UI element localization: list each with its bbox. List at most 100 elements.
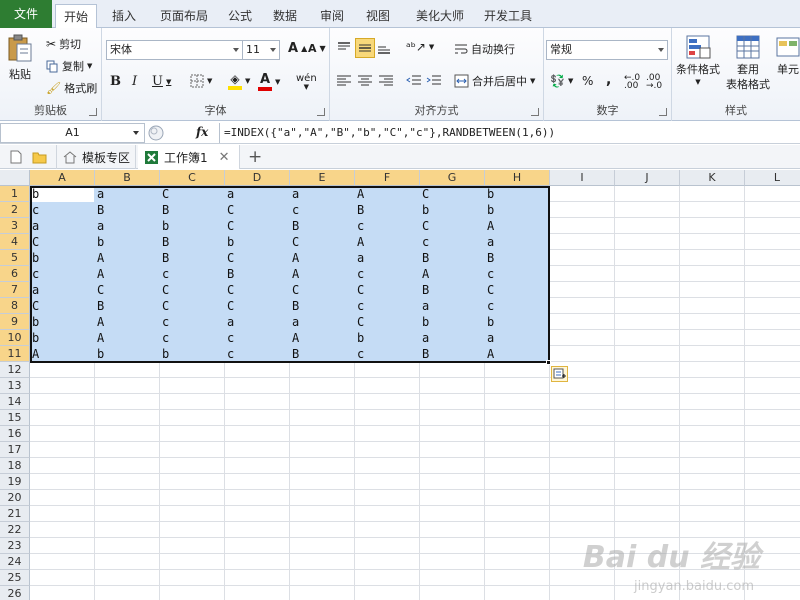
table-cell[interactable]: b [160,346,224,362]
table-cell[interactable]: C [225,298,289,314]
formula-input[interactable]: =INDEX({"a","A","B","b","C","c"},RANDBET… [219,123,800,143]
paste-button[interactable]: 粘贴 [6,34,34,82]
new-document-button[interactable] [4,145,22,169]
table-cell[interactable]: C [290,234,354,250]
table-cell[interactable]: B [225,266,289,282]
grow-font-button[interactable]: A ▲ [288,41,307,56]
comma-style-button[interactable]: , [606,72,611,88]
table-cell[interactable]: C [225,218,289,234]
decrease-indent-button[interactable] [406,74,422,88]
column-header[interactable]: C [160,170,225,186]
table-cell[interactable]: c [290,202,354,218]
row-header[interactable]: 12 [0,362,30,378]
table-cell[interactable]: b [485,186,549,202]
row-header[interactable]: 23 [0,538,30,554]
table-cell[interactable]: b [485,314,549,330]
row-header[interactable]: 7 [0,282,30,298]
table-cell[interactable]: c [30,202,94,218]
fill-handle[interactable] [546,360,551,365]
table-cell[interactable]: a [225,186,289,202]
row-header[interactable]: 17 [0,442,30,458]
row-header[interactable]: 8 [0,298,30,314]
row-header[interactable]: 25 [0,570,30,586]
table-cell[interactable]: c [355,266,419,282]
table-cell[interactable]: c [160,314,224,330]
table-cell[interactable]: A [95,266,159,282]
column-header[interactable]: F [355,170,420,186]
table-cell[interactable]: c [355,346,419,362]
merge-center-button[interactable]: 合并后居中 ▼ [454,73,535,89]
font-size-select[interactable]: 11 [242,40,280,60]
row-header[interactable]: 4 [0,234,30,250]
format-painter-button[interactable]: 🖌 格式刷 [46,80,97,96]
table-cell[interactable]: A [290,330,354,346]
cut-button[interactable]: ✂ 剪切 [46,36,81,52]
column-header[interactable]: H [485,170,550,186]
fill-color-button[interactable]: ◈ ▼ [228,72,250,90]
bold-button[interactable]: B [110,74,121,89]
table-cell[interactable]: C [485,282,549,298]
table-cell[interactable]: B [95,202,159,218]
table-cell[interactable]: C [420,218,484,234]
table-cell[interactable]: A [95,250,159,266]
table-cell[interactable]: b [30,250,94,266]
format-as-table-button[interactable]: 套用 表格格式 [726,34,770,92]
tab-data[interactable]: 数据 [265,4,305,28]
table-cell[interactable]: b [30,330,94,346]
table-cell[interactable]: c [225,330,289,346]
table-cell[interactable]: c [355,298,419,314]
table-cell[interactable]: B [420,282,484,298]
tab-page-layout[interactable]: 页面布局 [152,4,216,28]
table-cell[interactable]: b [225,234,289,250]
table-cell[interactable]: a [30,282,94,298]
align-middle-button[interactable] [355,38,375,58]
column-header[interactable]: E [290,170,355,186]
number-launcher-icon[interactable] [659,108,667,116]
cell-styles-button[interactable]: 单元 [776,34,800,77]
row-header[interactable]: 1 [0,186,30,202]
table-cell[interactable]: A [95,330,159,346]
align-right-button[interactable] [378,74,394,88]
tab-home[interactable]: 开始 [55,4,97,29]
table-cell[interactable]: C [225,250,289,266]
copy-button[interactable]: 复制 ▼ [46,58,92,74]
table-cell[interactable]: C [355,314,419,330]
table-cell[interactable]: c [420,234,484,250]
underline-button[interactable]: U ▼ [152,74,171,89]
insert-function-icon[interactable]: fx [196,125,208,139]
column-header[interactable]: A [30,170,95,186]
table-cell[interactable]: C [30,234,94,250]
table-cell[interactable]: B [420,346,484,362]
table-cell[interactable]: A [30,346,94,362]
table-cell[interactable]: B [290,298,354,314]
align-top-button[interactable] [336,40,352,56]
new-tab-button[interactable]: + [242,145,262,169]
column-header[interactable]: D [225,170,290,186]
table-cell[interactable]: c [225,346,289,362]
row-header[interactable]: 15 [0,410,30,426]
table-cell[interactable]: A [485,346,549,362]
alignment-launcher-icon[interactable] [531,108,539,116]
table-cell[interactable]: b [30,314,94,330]
column-header[interactable]: K [680,170,745,186]
shrink-font-button[interactable]: A ▼ [308,42,326,55]
table-cell[interactable]: a [225,314,289,330]
orientation-button[interactable]: ᵃᵇ↗ ▼ [406,40,434,54]
number-format-select[interactable]: 常规 [546,40,668,60]
table-cell[interactable]: B [160,202,224,218]
row-header[interactable]: 10 [0,330,30,346]
align-bottom-button[interactable] [376,40,392,56]
column-header[interactable]: L [745,170,800,186]
percent-style-button[interactable]: % [582,74,593,88]
table-cell[interactable]: A [290,250,354,266]
tab-insert[interactable]: 插入 [104,4,144,28]
row-header[interactable]: 21 [0,506,30,522]
table-cell[interactable]: c [160,330,224,346]
table-cell[interactable]: b [355,330,419,346]
table-cell[interactable]: a [420,330,484,346]
table-cell[interactable]: A [420,266,484,282]
row-header[interactable]: 9 [0,314,30,330]
row-header[interactable]: 18 [0,458,30,474]
table-cell[interactable]: C [160,298,224,314]
select-all-corner[interactable] [0,170,30,186]
